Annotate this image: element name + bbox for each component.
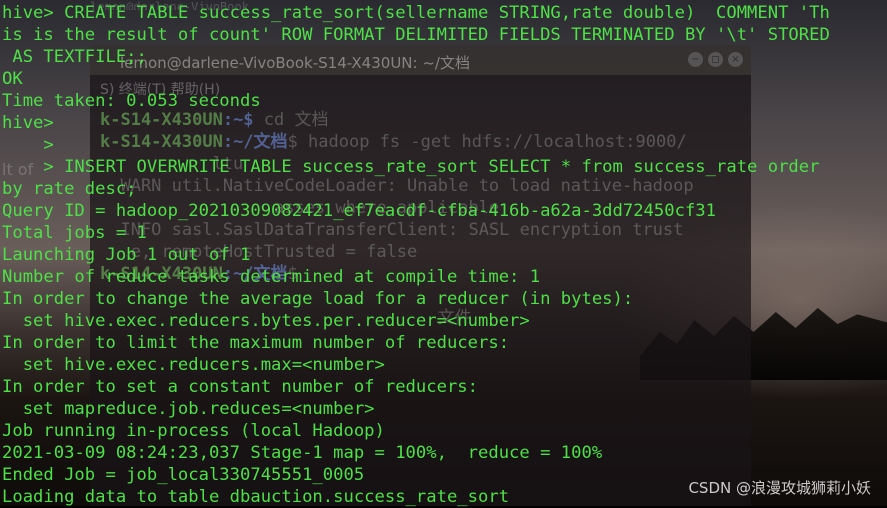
terminal-line: set hive.exec.reducers.bytes.per.reducer… bbox=[2, 311, 530, 331]
terminal-line: Time taken: 0.053 seconds bbox=[2, 91, 261, 111]
terminal-line: set hive.exec.reducers.max=<number> bbox=[2, 355, 385, 375]
terminal-line: Job running in-process (local Hadoop) bbox=[2, 421, 385, 441]
terminal-line: is is the result of count' ROW FORMAT DE… bbox=[2, 25, 830, 45]
terminal-line: by rate desc; bbox=[2, 179, 137, 199]
terminal-line: 2021-03-09 08:24:23,037 Stage-1 map = 10… bbox=[2, 443, 603, 463]
terminal-line: hive> CREATE TABLE success_rate_sort(sel… bbox=[2, 3, 830, 23]
terminal-line: In order to limit the maximum number of … bbox=[2, 333, 510, 353]
terminal-line: > bbox=[2, 135, 54, 155]
terminal-output[interactable]: hive> CREATE TABLE success_rate_sort(sel… bbox=[2, 2, 886, 508]
terminal-line: Number of reduce tasks determined at com… bbox=[2, 267, 541, 287]
terminal-line: OK bbox=[2, 69, 23, 89]
terminal-line: In order to change the average load for … bbox=[2, 289, 634, 309]
terminal-line: set mapreduce.job.reduces=<number> bbox=[2, 399, 375, 419]
csdn-watermark: CSDN @浪漫攻城狮莉小妖 bbox=[688, 479, 871, 497]
terminal-line: hive> bbox=[2, 113, 54, 133]
terminal-line: Total jobs = 1 bbox=[2, 223, 147, 243]
terminal-line: > INSERT OVERWRITE TABLE success_rate_so… bbox=[2, 157, 820, 177]
terminal-line: In order to set a constant number of red… bbox=[2, 377, 478, 397]
terminal-line: Launching Job 1 out of 1 bbox=[2, 245, 251, 265]
terminal-line: Query ID = hadoop_20210309082421_ef7eacd… bbox=[2, 201, 716, 221]
terminal-line: AS TEXTFILE;; bbox=[2, 47, 147, 67]
